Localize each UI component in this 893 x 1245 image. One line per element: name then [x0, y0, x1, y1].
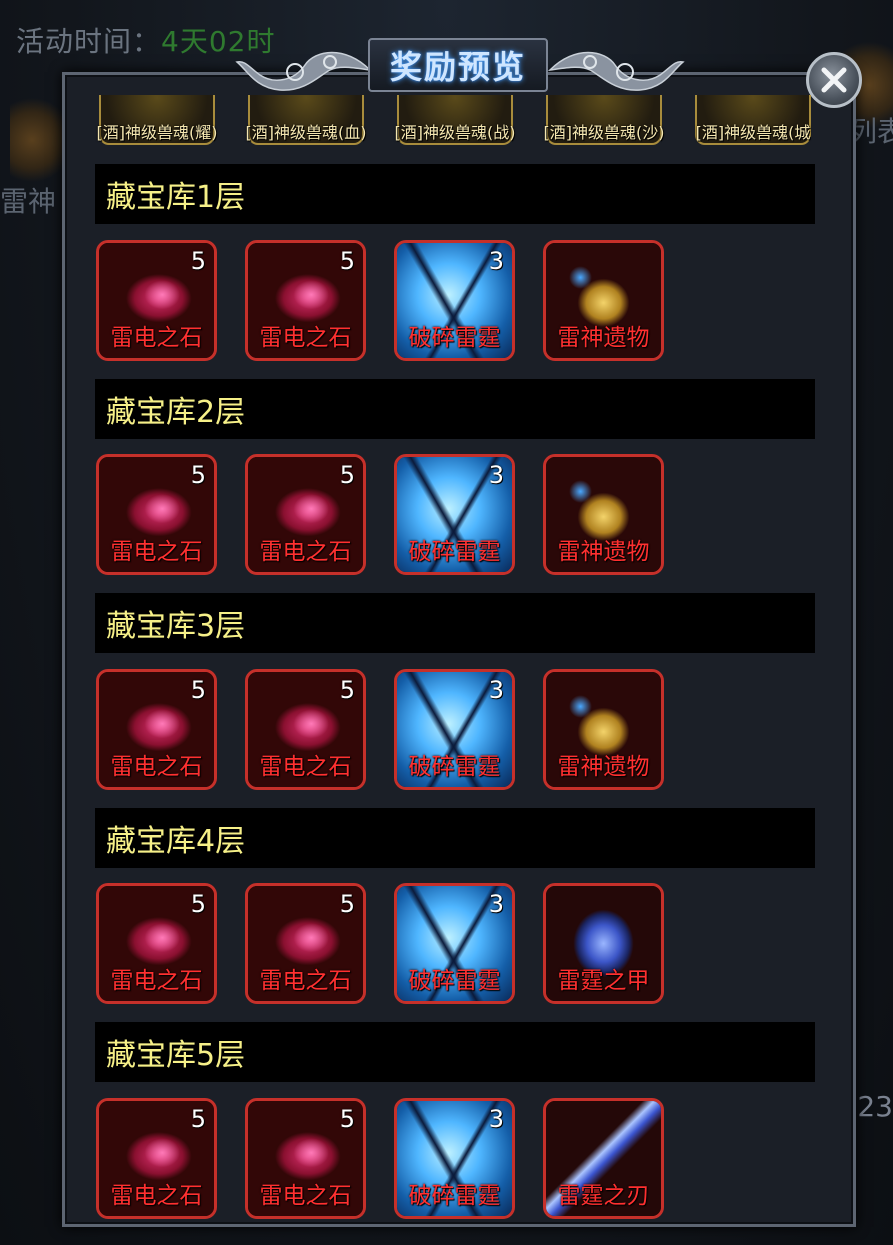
title-ornament-left: [235, 51, 373, 91]
item-count: 5: [339, 247, 355, 275]
section-title: 藏宝库3层: [106, 609, 246, 644]
reward-item[interactable]: 5 雷电之石: [245, 240, 366, 361]
item-count: 3: [488, 461, 504, 489]
dialog-title-plate: 奖励预览: [368, 38, 548, 92]
section-title: 藏宝库5层: [106, 1038, 246, 1073]
background-right-number: 23: [857, 1090, 893, 1123]
item-count: 3: [488, 247, 504, 275]
item-count: 5: [339, 676, 355, 704]
reward-item[interactable]: 5 雷电之石: [96, 240, 217, 361]
section-header-vault-3: 藏宝库3层: [95, 593, 815, 653]
reward-item[interactable]: 3 破碎雷霆: [394, 669, 515, 790]
item-name: 雷霆之刃: [557, 1183, 650, 1209]
item-name: 雷电之石: [110, 325, 203, 351]
item-name: 破碎雷霆: [408, 968, 501, 994]
item-name: 雷神遗物: [557, 754, 650, 780]
item-count: 3: [488, 676, 504, 704]
item-name: 破碎雷霆: [408, 754, 501, 780]
reward-item[interactable]: 5 雷电之石: [245, 454, 366, 575]
dialog-title: 奖励预览: [389, 48, 526, 86]
item-name: 雷电之石: [110, 1183, 203, 1209]
item-name: 破碎雷霆: [408, 539, 501, 565]
item-name: 雷电之石: [110, 539, 203, 565]
item-count: 5: [190, 461, 206, 489]
reward-item[interactable]: 3 破碎雷霆: [394, 240, 515, 361]
top-reward-item[interactable]: [酒]神级兽魂(耀): [95, 95, 219, 149]
item-count: 3: [488, 1105, 504, 1133]
top-reward-label: [酒]神级兽魂(耀): [96, 123, 218, 142]
background-left-text: 雷神: [0, 185, 57, 218]
item-name: 雷电之石: [259, 325, 352, 351]
top-reward-item[interactable]: [酒]神级兽魂(城: [691, 95, 815, 149]
background-decoration: [10, 95, 65, 185]
item-name: 雷神遗物: [557, 325, 650, 351]
item-name: 雷电之石: [110, 968, 203, 994]
top-reward-label: [酒]神级兽魂(血): [245, 123, 367, 142]
reward-list[interactable]: [酒]神级兽魂(耀) [酒]神级兽魂(血) [酒]神级兽魂(战) [酒]神级兽魂…: [95, 95, 815, 1225]
item-count: 5: [190, 1105, 206, 1133]
reward-item[interactable]: 3 破碎雷霆: [394, 1098, 515, 1219]
section-header-vault-4: 藏宝库4层: [95, 808, 815, 868]
reward-item[interactable]: 5 雷电之石: [245, 1098, 366, 1219]
reward-item[interactable]: 5 雷电之石: [96, 1098, 217, 1219]
section-header-vault-2: 藏宝库2层: [95, 379, 815, 439]
top-reward-row: [酒]神级兽魂(耀) [酒]神级兽魂(血) [酒]神级兽魂(战) [酒]神级兽魂…: [95, 95, 815, 149]
item-count: 5: [190, 676, 206, 704]
reward-item[interactable]: 雷神遗物: [543, 454, 664, 575]
top-reward-item[interactable]: [酒]神级兽魂(血): [244, 95, 368, 149]
section-title: 藏宝库4层: [106, 824, 246, 859]
reward-item[interactable]: 5 雷电之石: [245, 883, 366, 1004]
item-count: 5: [339, 461, 355, 489]
item-count: 3: [488, 890, 504, 918]
section-header-vault-1: 藏宝库1层: [95, 164, 815, 224]
event-time-label: 活动时间：: [16, 25, 162, 58]
item-name: 雷电之石: [259, 968, 352, 994]
reward-item[interactable]: 5 雷电之石: [96, 883, 217, 1004]
reward-item[interactable]: 5 雷电之石: [96, 454, 217, 575]
top-reward-item[interactable]: [酒]神级兽魂(战): [393, 95, 517, 149]
reward-item[interactable]: 雷神遗物: [543, 669, 664, 790]
reward-item[interactable]: 雷神遗物: [543, 240, 664, 361]
top-reward-label: [酒]神级兽魂(城: [695, 123, 811, 142]
reward-item[interactable]: 3 破碎雷霆: [394, 454, 515, 575]
top-reward-label: [酒]神级兽魂(战): [394, 123, 516, 142]
item-name: 雷电之石: [110, 754, 203, 780]
close-icon: [821, 67, 847, 93]
item-name: 雷霆之甲: [557, 968, 650, 994]
item-name: 雷电之石: [259, 1183, 352, 1209]
title-ornament-right: [547, 51, 685, 91]
item-count: 5: [190, 247, 206, 275]
section-title: 藏宝库1层: [106, 180, 246, 215]
item-count: 5: [190, 890, 206, 918]
reward-item[interactable]: 雷霆之甲: [543, 883, 664, 1004]
section-header-vault-5: 藏宝库5层: [95, 1022, 815, 1082]
item-count: 5: [339, 1105, 355, 1133]
reward-item[interactable]: 3 破碎雷霆: [394, 883, 515, 1004]
reward-item[interactable]: 5 雷电之石: [245, 669, 366, 790]
item-name: 雷电之石: [259, 754, 352, 780]
item-name: 雷电之石: [259, 539, 352, 565]
item-name: 破碎雷霆: [408, 1183, 501, 1209]
top-reward-item[interactable]: [酒]神级兽魂(沙): [542, 95, 666, 149]
reward-item[interactable]: 5 雷电之石: [96, 669, 217, 790]
item-name: 破碎雷霆: [408, 325, 501, 351]
item-count: 5: [339, 890, 355, 918]
section-title: 藏宝库2层: [106, 395, 246, 430]
reward-item[interactable]: 雷霆之刃: [543, 1098, 664, 1219]
top-reward-label: [酒]神级兽魂(沙): [543, 123, 665, 142]
item-name: 雷神遗物: [557, 539, 650, 565]
